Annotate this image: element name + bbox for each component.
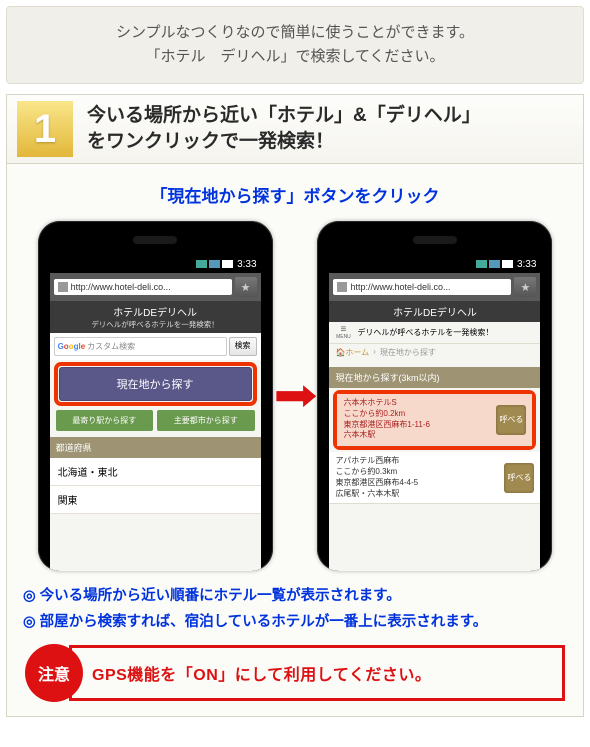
hotel-result[interactable]: 六本木ホテルS ここから約0.2km 東京都港区西麻布1-11-6 六本木駅 呼… bbox=[337, 394, 532, 446]
browser-urlbar: http://www.hotel-deli.co... ★ bbox=[50, 273, 261, 301]
step-title: 今いる場所から近い「ホテル」&「デリヘル」 をワンクリックで一発検索！ bbox=[87, 103, 481, 154]
phones-row: 3:33 http://www.hotel-deli.co... ★ ホテルDE… bbox=[13, 221, 577, 571]
alert-text: GPS機能を「ON」にして利用してください。 bbox=[69, 645, 565, 701]
secondary-buttons: 最寄り駅から探す 主要都市から探す bbox=[50, 410, 261, 431]
intro-box: シンプルなつくりなので簡単に使うことができます。 「ホテル デリヘル」で検索して… bbox=[6, 6, 584, 84]
bullet-mark-icon: ◎ bbox=[23, 585, 36, 607]
url-field[interactable]: http://www.hotel-deli.co... bbox=[333, 279, 511, 295]
major-city-button[interactable]: 主要都市から探す bbox=[157, 410, 255, 431]
search-input[interactable]: Google カスタム検索 bbox=[54, 337, 227, 356]
status-bar: 3:33 bbox=[50, 255, 261, 273]
clock: 3:33 bbox=[517, 259, 536, 270]
phone-before: 3:33 http://www.hotel-deli.co... ★ ホテルDE… bbox=[38, 221, 273, 571]
locate-button[interactable]: 現在地から探す bbox=[59, 367, 252, 401]
nearest-station-button[interactable]: 最寄り駅から探す bbox=[56, 410, 154, 431]
breadcrumb-current: 現在地から探す bbox=[380, 347, 436, 358]
result-text: アパホテル西麻布 ここから約0.3km 東京都港区西麻布4-4-5 広尾駅・六本… bbox=[335, 456, 500, 499]
bookmark-icon[interactable]: ★ bbox=[514, 277, 536, 297]
breadcrumb-home[interactable]: 🏠ホーム bbox=[335, 347, 369, 358]
page-icon bbox=[337, 282, 347, 292]
step-content: 「現在地から探す」ボタンをクリック 3:33 http://www.hot bbox=[6, 164, 584, 717]
region-item[interactable]: 北海道・東北 bbox=[50, 458, 261, 486]
phone-speaker bbox=[413, 236, 457, 244]
status-icons bbox=[196, 260, 233, 268]
phone-screen: 3:33 http://www.hotel-deli.co... ★ ホテルDE… bbox=[50, 255, 261, 571]
arrow-icon: ➡ bbox=[273, 374, 317, 418]
battery-icon bbox=[502, 260, 513, 268]
phone-after: 3:33 http://www.hotel-deli.co... ★ ホテルDE… bbox=[317, 221, 552, 571]
status-bar: 3:33 bbox=[329, 255, 540, 273]
bullet-item: ◎部屋から検索すれば、宿泊しているホテルが一番上に表示されます。 bbox=[23, 611, 567, 633]
signal-icon bbox=[196, 260, 207, 268]
site-header: ホテルDEデリヘル bbox=[329, 301, 540, 322]
step-header: 1 今いる場所から近い「ホテル」&「デリヘル」 をワンクリックで一発検索！ bbox=[6, 94, 584, 164]
bullet-list: ◎今いる場所から近い順番にホテル一覧が表示されます。 ◎部屋から検索すれば、宿泊… bbox=[23, 585, 567, 634]
section-header: 現在地から探す(3km以内) bbox=[329, 367, 540, 388]
breadcrumb-sep: › bbox=[373, 347, 376, 358]
wifi-icon bbox=[489, 260, 500, 268]
menu-row: ≡MENU デリヘルが呼べるホテルを一発検索！ bbox=[329, 322, 540, 344]
highlight-ring: 現在地から探す bbox=[54, 362, 257, 406]
url-field[interactable]: http://www.hotel-deli.co... bbox=[54, 279, 232, 295]
bookmark-icon[interactable]: ★ bbox=[235, 277, 257, 297]
site-header: ホテルDEデリヘル デリヘルが呼べるホテルを一発検索！ bbox=[50, 301, 261, 333]
hamburger-icon[interactable]: ≡MENU bbox=[335, 325, 351, 340]
section-header: 都道府県 bbox=[50, 437, 261, 458]
clock: 3:33 bbox=[237, 259, 256, 270]
browser-urlbar: http://www.hotel-deli.co... ★ bbox=[329, 273, 540, 301]
status-icons bbox=[476, 260, 513, 268]
intro-line: 「ホテル デリヘル」で検索してください。 bbox=[23, 45, 567, 69]
battery-icon bbox=[222, 260, 233, 268]
bullet-item: ◎今いる場所から近い順番にホテル一覧が表示されます。 bbox=[23, 585, 567, 607]
tagline: デリヘルが呼べるホテルを一発検索！ bbox=[357, 327, 493, 338]
alert-row: 注意 GPS機能を「ON」にして利用してください。 bbox=[25, 644, 565, 702]
alert-badge: 注意 bbox=[25, 644, 83, 702]
signal-icon bbox=[476, 260, 487, 268]
intro-line: シンプルなつくりなので簡単に使うことができます。 bbox=[23, 21, 567, 45]
hotel-result[interactable]: アパホテル西麻布 ここから約0.3km 東京都港区西麻布4-4-5 広尾駅・六本… bbox=[329, 452, 540, 504]
region-item[interactable]: 関東 bbox=[50, 486, 261, 514]
call-button[interactable]: 呼べる bbox=[504, 463, 534, 493]
step-number-badge: 1 bbox=[17, 101, 73, 157]
phone-screen: 3:33 http://www.hotel-deli.co... ★ ホテルDE… bbox=[329, 255, 540, 571]
result-text: 六本木ホテルS ここから約0.2km 東京都港区西麻布1-11-6 六本木駅 bbox=[343, 398, 492, 441]
breadcrumb: 🏠ホーム › 現在地から探す bbox=[329, 344, 540, 361]
search-row: Google カスタム検索 検索 bbox=[50, 333, 261, 360]
wifi-icon bbox=[209, 260, 220, 268]
bullet-mark-icon: ◎ bbox=[23, 611, 36, 633]
instruction-heading: 「現在地から探す」ボタンをクリック bbox=[13, 182, 577, 207]
call-button[interactable]: 呼べる bbox=[496, 405, 526, 435]
page-icon bbox=[58, 282, 68, 292]
phone-speaker bbox=[133, 236, 177, 244]
google-logo-icon: Google bbox=[58, 342, 86, 351]
highlight-ring: 六本木ホテルS ここから約0.2km 東京都港区西麻布1-11-6 六本木駅 呼… bbox=[333, 390, 536, 450]
search-button[interactable]: 検索 bbox=[229, 337, 257, 356]
